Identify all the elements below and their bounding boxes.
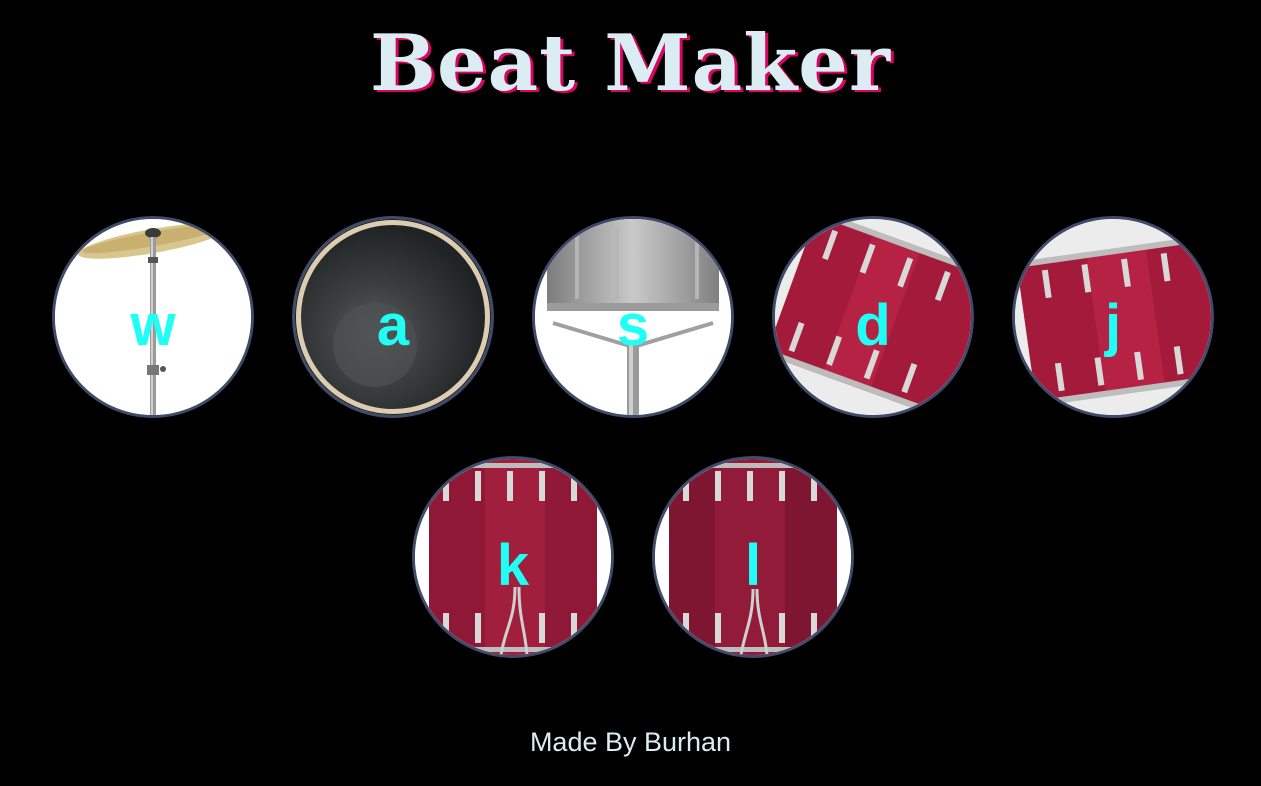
drum-key-label-w: w (130, 292, 176, 358)
drum-key-label-j: j (1104, 292, 1122, 358)
drum-key-label-s: s (616, 292, 650, 358)
footer-credit: Made By Burhan (529, 727, 732, 757)
drum-button-s[interactable]: s (532, 216, 734, 418)
page-title: Beat Maker (370, 18, 891, 109)
drum-key-label-k: k (496, 532, 530, 598)
drum-key-label-d: d (855, 292, 891, 358)
drum-button-a[interactable]: a (292, 216, 494, 418)
drum-button-w[interactable]: w (52, 216, 254, 418)
drum-button-l[interactable]: l (652, 456, 854, 658)
drum-key-label-l: l (744, 532, 762, 598)
drum-button-d[interactable]: d (772, 216, 974, 418)
drum-key-label-a: a (376, 292, 410, 358)
drum-button-k[interactable]: k (412, 456, 614, 658)
drum-button-j[interactable]: j (1012, 216, 1214, 418)
